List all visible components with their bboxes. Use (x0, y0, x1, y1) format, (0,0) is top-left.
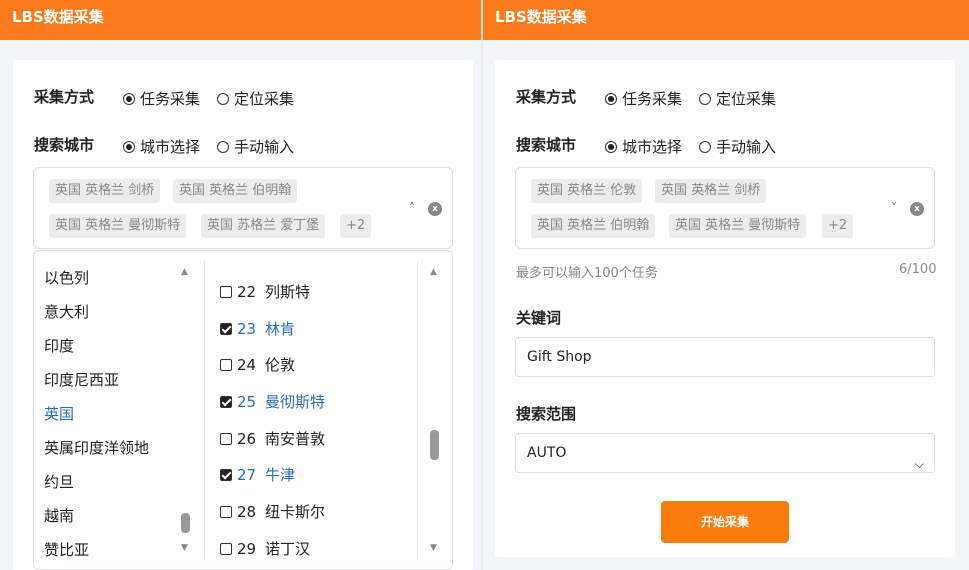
search-range-label: 搜索范围 (516, 405, 577, 423)
task-count: 6/100 (899, 262, 937, 277)
task-limit-hint: 最多可以输入100个任务 (516, 266, 658, 281)
radio-dot-checked (605, 92, 617, 105)
search-city-label: 搜索城市 (516, 136, 577, 154)
city-tag[interactable]: 英国 英格兰 伦敦 (531, 179, 643, 203)
chevron-down-icon: ⌵ (914, 457, 924, 471)
more-tags-badge[interactable]: +2 (822, 214, 854, 238)
left-title: LBS数据采集 (12, 8, 104, 26)
radio-location-collect[interactable]: 定位采集 (699, 88, 776, 109)
scroll-up-icon[interactable]: ▲ (430, 267, 437, 277)
left-header: LBS数据采集 (0, 0, 481, 40)
radio-dot (217, 140, 229, 153)
keyword-input[interactable]: Gift Shop (515, 337, 935, 377)
city-option[interactable]: 23 林肯 (220, 318, 295, 339)
scroll-down-icon[interactable]: ▼ (181, 543, 188, 553)
scroll-up-icon[interactable]: ▲ (181, 267, 188, 277)
radio-manual-input[interactable]: 手动输入 (217, 136, 294, 157)
city-tag[interactable]: 英国 英格兰 曼彻斯特 (669, 214, 807, 238)
city-tag[interactable]: 英国 英格兰 伯明翰 (173, 179, 298, 203)
checkbox-checked (220, 395, 232, 408)
radio-dot (699, 92, 711, 105)
radio-task-collect[interactable]: 任务采集 (123, 88, 200, 109)
country-option[interactable]: 英属印度洋领地 (44, 437, 149, 458)
city-tag[interactable]: 英国 英格兰 曼彻斯特 (49, 214, 187, 238)
city-cascade-dropdown: 以色列 意大利 印度 印度尼西亚 英国 英属印度洋领地 约旦 越南 赞比亚 ▲ … (33, 250, 453, 570)
clear-icon[interactable]: x (428, 202, 442, 216)
column-divider (417, 261, 418, 559)
city-tag[interactable]: 英国 苏格兰 爱丁堡 (201, 214, 326, 238)
more-tags-badge[interactable]: +2 (340, 214, 372, 238)
column-divider (204, 261, 205, 559)
checkbox-checked (220, 322, 232, 335)
country-option[interactable]: 约旦 (44, 471, 74, 492)
radio-manual-input[interactable]: 手动输入 (699, 136, 776, 157)
radio-dot-checked (123, 140, 135, 153)
country-option[interactable]: 以色列 (44, 267, 89, 288)
checkbox (220, 285, 232, 298)
city-option[interactable]: 29 诺丁汉 (220, 538, 310, 559)
city-tag[interactable]: 英国 英格兰 伯明翰 (531, 214, 656, 238)
checkbox (220, 505, 232, 518)
collect-method-label: 采集方式 (34, 88, 95, 106)
search-range-select[interactable]: AUTO ⌵ (515, 433, 935, 473)
right-title: LBS数据采集 (495, 8, 587, 26)
country-option[interactable]: 印度 (44, 335, 74, 356)
checkbox (220, 542, 232, 555)
radio-dot (699, 140, 711, 153)
city-scrollbar-thumb[interactable] (430, 430, 439, 460)
radio-dot-checked (605, 140, 617, 153)
checkbox (220, 358, 232, 371)
country-option-selected[interactable]: 英国 (44, 403, 74, 424)
checkbox-checked (220, 468, 232, 481)
collect-method-label: 采集方式 (516, 88, 577, 106)
country-option[interactable]: 越南 (44, 505, 74, 526)
country-option[interactable]: 赞比亚 (44, 539, 89, 560)
city-option[interactable]: 22 列斯特 (220, 281, 310, 302)
country-option[interactable]: 意大利 (44, 301, 89, 322)
search-range-value: AUTO (527, 445, 567, 461)
city-option[interactable]: 26 南安普敦 (220, 428, 325, 449)
city-option[interactable]: 28 纽卡斯尔 (220, 501, 325, 522)
radio-dot-checked (123, 92, 135, 105)
radio-dot (217, 92, 229, 105)
search-city-label: 搜索城市 (34, 136, 95, 154)
checkbox (220, 432, 232, 445)
clear-icon[interactable]: x (910, 202, 924, 216)
radio-city-select[interactable]: 城市选择 (605, 136, 682, 157)
country-scrollbar-thumb[interactable] (181, 513, 190, 533)
radio-city-select[interactable]: 城市选择 (123, 136, 200, 157)
chevron-down-icon[interactable]: ˅ (891, 201, 897, 215)
chevron-up-icon[interactable]: ˄ (409, 201, 415, 215)
scroll-down-icon[interactable]: ▼ (430, 543, 437, 553)
start-collect-button[interactable]: 开始采集 (661, 501, 789, 543)
city-option[interactable]: 27 牛津 (220, 464, 295, 485)
keyword-label: 关键词 (516, 309, 562, 327)
city-tag[interactable]: 英国 英格兰 剑桥 (49, 179, 161, 203)
city-tag[interactable]: 英国 英格兰 剑桥 (655, 179, 767, 203)
radio-location-collect[interactable]: 定位采集 (217, 88, 294, 109)
right-header: LBS数据采集 (483, 0, 969, 40)
radio-task-collect[interactable]: 任务采集 (605, 88, 682, 109)
city-option[interactable]: 24 伦敦 (220, 354, 295, 375)
country-option[interactable]: 印度尼西亚 (44, 369, 119, 390)
panel-divider (481, 0, 483, 570)
city-option[interactable]: 25 曼彻斯特 (220, 391, 325, 412)
